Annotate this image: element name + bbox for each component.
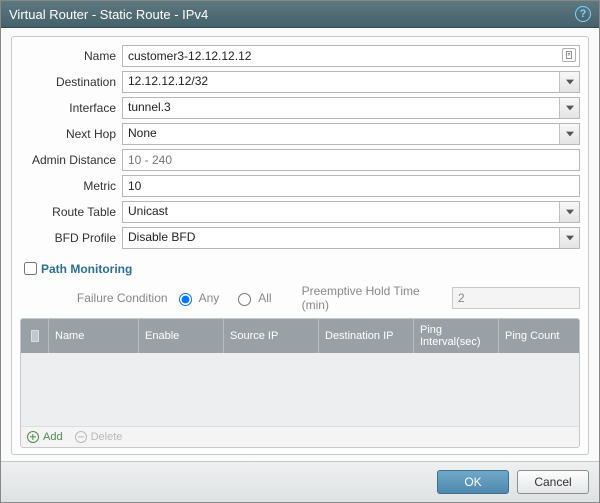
pathmon-grid: Name Enable Source IP Destination IP Pin… xyxy=(20,318,580,448)
bfd-select[interactable]: Disable BFD xyxy=(122,227,580,249)
admindist-label: Admin Distance xyxy=(20,153,122,167)
cancel-button[interactable]: Cancel xyxy=(517,470,589,494)
dialog-body: Name Destination 12.12.12.12/32 Interfac… xyxy=(1,28,599,461)
col-enable[interactable]: Enable xyxy=(139,319,224,353)
preempt-label: Preemptive Hold Time (min) xyxy=(302,284,446,312)
col-ping-count[interactable]: Ping Count xyxy=(499,319,579,353)
chevron-down-icon[interactable] xyxy=(559,228,579,248)
bfd-label: BFD Profile xyxy=(20,231,122,245)
grid-footer: Add Delete xyxy=(21,426,579,447)
dialog: Virtual Router - Static Route - IPv4 ? N… xyxy=(0,0,600,503)
destination-label: Destination xyxy=(20,75,122,89)
interface-select[interactable]: tunnel.3 xyxy=(122,97,580,119)
radio-all[interactable]: All xyxy=(233,290,271,306)
delete-button[interactable]: Delete xyxy=(75,431,123,443)
preempt-input[interactable] xyxy=(452,287,580,309)
radio-any[interactable]: Any xyxy=(174,290,220,306)
pathmon-title: Path Monitoring xyxy=(41,262,132,276)
metric-label: Metric xyxy=(20,179,122,193)
col-ping-interval[interactable]: Ping Interval(sec) xyxy=(414,319,499,353)
pathmon-checkbox[interactable] xyxy=(24,262,37,275)
routetable-select[interactable]: Unicast xyxy=(122,201,580,223)
col-source-ip[interactable]: Source IP xyxy=(224,319,319,353)
chevron-down-icon[interactable] xyxy=(559,72,579,92)
interface-label: Interface xyxy=(20,101,122,115)
chevron-down-icon[interactable] xyxy=(559,202,579,222)
grid-selectall-checkbox[interactable] xyxy=(31,330,39,342)
ok-button[interactable]: OK xyxy=(437,470,509,494)
radio-any-input[interactable] xyxy=(179,293,192,306)
col-destination-ip[interactable]: Destination IP xyxy=(319,319,414,353)
chevron-down-icon[interactable] xyxy=(559,124,579,144)
nexthop-select[interactable]: None xyxy=(122,123,580,145)
preset-icon[interactable] xyxy=(562,48,576,62)
name-input[interactable] xyxy=(122,45,580,67)
form-panel: Name Destination 12.12.12.12/32 Interfac… xyxy=(11,36,589,455)
grid-body-empty xyxy=(21,353,579,426)
minus-icon xyxy=(75,431,87,443)
metric-input[interactable] xyxy=(122,175,580,197)
nexthop-label: Next Hop xyxy=(20,127,122,141)
button-bar: OK Cancel xyxy=(1,461,599,502)
dialog-title: Virtual Router - Static Route - IPv4 xyxy=(9,7,208,22)
col-name[interactable]: Name xyxy=(49,319,139,353)
destination-input[interactable]: 12.12.12.12/32 xyxy=(122,71,580,93)
help-icon[interactable]: ? xyxy=(575,6,591,22)
failure-label: Failure Condition xyxy=(20,291,174,305)
plus-icon xyxy=(27,431,39,443)
pathmon-header: Path Monitoring xyxy=(20,259,580,278)
titlebar: Virtual Router - Static Route - IPv4 ? xyxy=(1,1,599,28)
add-button[interactable]: Add xyxy=(27,431,63,443)
name-label: Name xyxy=(20,49,122,63)
admindist-input[interactable] xyxy=(122,149,580,171)
radio-all-input[interactable] xyxy=(238,293,251,306)
pathmon-options-row: Failure Condition Any All Preemptive Hol… xyxy=(20,282,580,318)
chevron-down-icon[interactable] xyxy=(559,98,579,118)
routetable-label: Route Table xyxy=(20,205,122,219)
grid-header: Name Enable Source IP Destination IP Pin… xyxy=(21,319,579,353)
